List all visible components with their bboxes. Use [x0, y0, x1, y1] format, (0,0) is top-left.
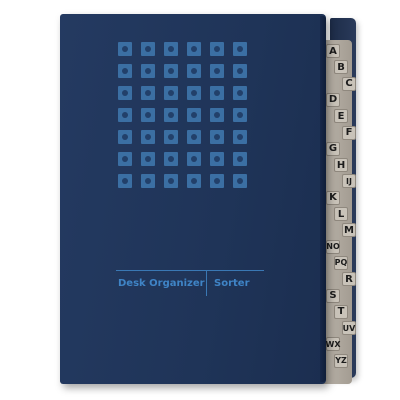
cover-square-icon [141, 42, 155, 56]
cover-title: Desk Organizer [118, 278, 205, 289]
index-tab: L [334, 207, 348, 221]
cover-square-icon [187, 130, 201, 144]
index-tab: D [326, 92, 340, 107]
cover-square-icon [187, 108, 201, 122]
cover-square-icon [118, 64, 132, 78]
cover-square-icon [233, 108, 247, 122]
index-tab: WX [326, 337, 341, 352]
index-tab: R [342, 272, 356, 287]
cover-square-icon [164, 64, 178, 78]
index-tab: F [342, 125, 356, 140]
label-divider [206, 270, 207, 296]
cover-square-icon [118, 152, 132, 166]
cover-square-icon [233, 86, 247, 100]
cover-square-icon [164, 130, 178, 144]
cover-square-icon [164, 108, 178, 122]
product-photo: A B C D E F G H IJ K L M NO PQ R S T UV WX YZ Desk Organize… [0, 0, 400, 400]
cover-square-icon [141, 64, 155, 78]
index-tab: YZ [334, 353, 348, 368]
cover-square-icon [233, 42, 247, 56]
index-tab: M [342, 223, 356, 238]
cover-square-icon [210, 108, 224, 122]
index-tab: A [326, 44, 340, 58]
label-rule [116, 270, 264, 271]
cover-square-icon [187, 174, 201, 188]
index-tab: UV [342, 321, 356, 336]
cover-square-icon [118, 86, 132, 100]
cover-square-icon [187, 152, 201, 166]
dot-grid-pattern [118, 42, 250, 194]
cover-square-icon [187, 42, 201, 56]
index-tab: PQ [334, 255, 348, 270]
cover-square-icon [141, 108, 155, 122]
cover-square-icon [118, 42, 132, 56]
cover-square-icon [187, 64, 201, 78]
cover-square-icon [164, 86, 178, 100]
cover-square-icon [141, 130, 155, 144]
cover-square-icon [187, 86, 201, 100]
cover-square-icon [118, 108, 132, 122]
cover-square-icon [141, 174, 155, 188]
cover-square-icon [233, 174, 247, 188]
index-tab: B [334, 60, 348, 75]
cover-square-icon [164, 42, 178, 56]
cover-square-icon [141, 152, 155, 166]
cover-square-icon [210, 42, 224, 56]
cover-square-icon [164, 174, 178, 188]
index-tab: NO [326, 239, 340, 254]
index-tab: C [342, 76, 356, 91]
cover-square-icon [118, 130, 132, 144]
cover-square-icon [210, 130, 224, 144]
cover-square-icon [141, 86, 155, 100]
index-tab: E [334, 109, 348, 124]
index-tab: S [326, 288, 340, 303]
index-tab: G [326, 141, 340, 156]
cover-edge [320, 16, 326, 382]
cover-square-icon [233, 64, 247, 78]
cover-square-icon [164, 152, 178, 166]
index-tab: IJ [342, 174, 356, 189]
index-tab: H [334, 158, 348, 173]
cover-square-icon [210, 86, 224, 100]
cover-square-icon [210, 152, 224, 166]
index-tab: T [334, 304, 348, 319]
cover-subtitle: Sorter [214, 278, 250, 289]
cover-square-icon [118, 174, 132, 188]
cover-square-icon [210, 174, 224, 188]
index-tab: K [326, 190, 340, 205]
cover-square-icon [210, 64, 224, 78]
cover-square-icon [233, 130, 247, 144]
cover-square-icon [233, 152, 247, 166]
